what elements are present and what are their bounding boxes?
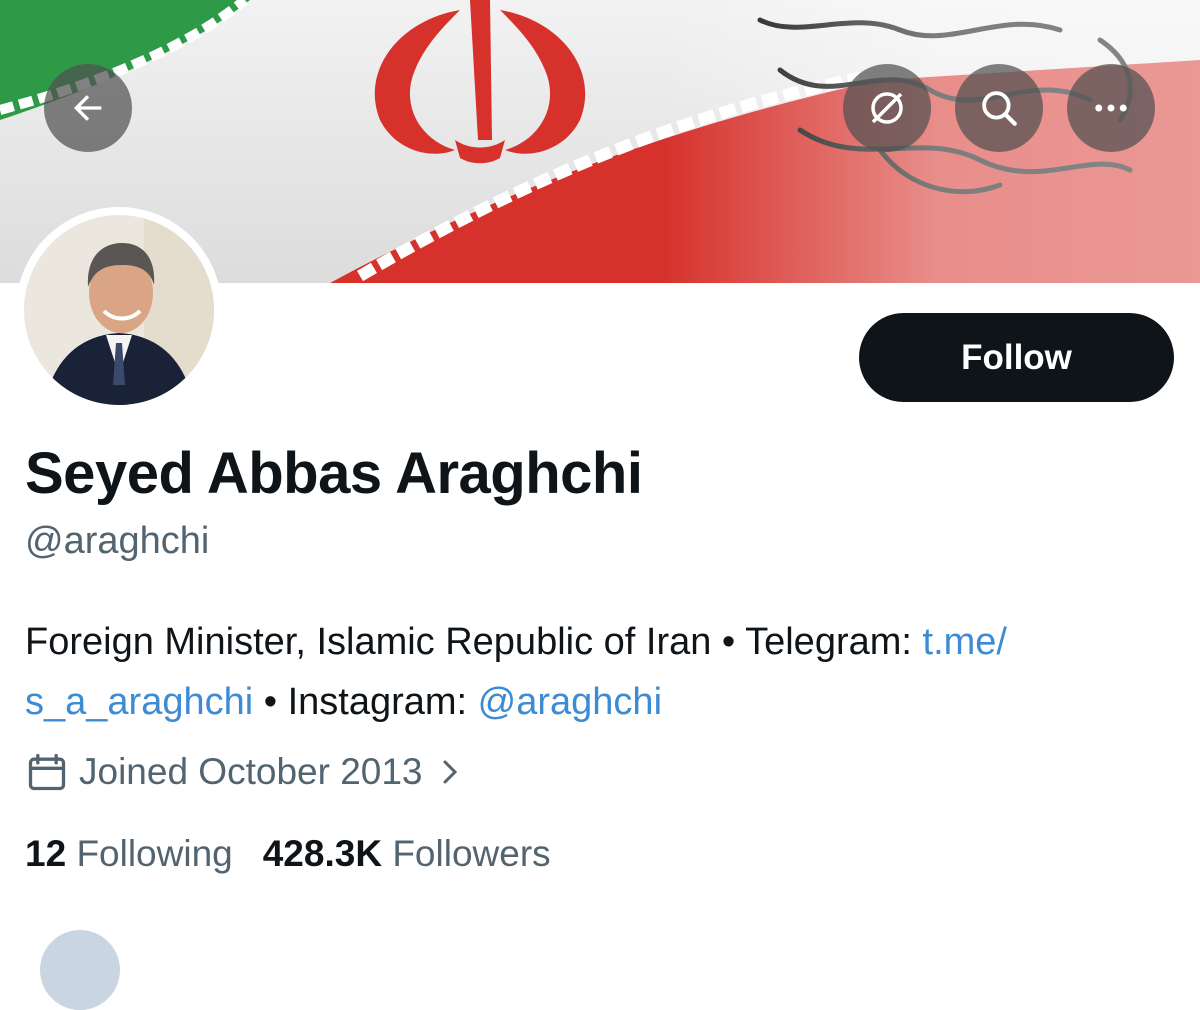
follow-stats: 12 Following 428.3K Followers bbox=[25, 833, 551, 875]
next-avatar-peek bbox=[40, 930, 120, 1010]
back-arrow-icon bbox=[74, 95, 102, 121]
followers-stat[interactable]: 428.3K Followers bbox=[263, 833, 551, 874]
followers-count: 428.3K bbox=[262, 833, 383, 874]
more-icon bbox=[1095, 104, 1127, 112]
followers-label: Followers bbox=[392, 833, 551, 874]
follow-button[interactable]: Follow bbox=[859, 313, 1174, 402]
search-icon bbox=[982, 91, 1017, 126]
calendar-icon bbox=[28, 753, 66, 791]
chevron-right-icon bbox=[443, 760, 457, 784]
more-button[interactable] bbox=[1067, 64, 1155, 152]
user-handle: @araghchi bbox=[25, 520, 210, 562]
grok-button[interactable] bbox=[843, 64, 931, 152]
grok-icon bbox=[871, 92, 903, 124]
following-label: Following bbox=[76, 833, 233, 874]
joined-date-row[interactable]: Joined October 2013 bbox=[25, 750, 465, 794]
joined-text: Joined October 2013 bbox=[79, 751, 423, 792]
display-name: Seyed Abbas Araghchi bbox=[25, 441, 643, 506]
following-count: 12 bbox=[25, 833, 67, 874]
avatar-photo bbox=[24, 215, 214, 405]
back-button[interactable] bbox=[44, 64, 132, 152]
search-button[interactable] bbox=[955, 64, 1043, 152]
following-stat[interactable]: 12 Following bbox=[25, 833, 233, 874]
profile-bio: Foreign Minister, Islamic Republic of Ir… bbox=[25, 612, 1185, 732]
bio-text-2: • Instagram: bbox=[253, 681, 478, 723]
profile-avatar[interactable] bbox=[16, 207, 222, 413]
bio-text: Foreign Minister, Islamic Republic of Ir… bbox=[25, 621, 923, 663]
instagram-link[interactable]: @araghchi bbox=[478, 681, 662, 723]
